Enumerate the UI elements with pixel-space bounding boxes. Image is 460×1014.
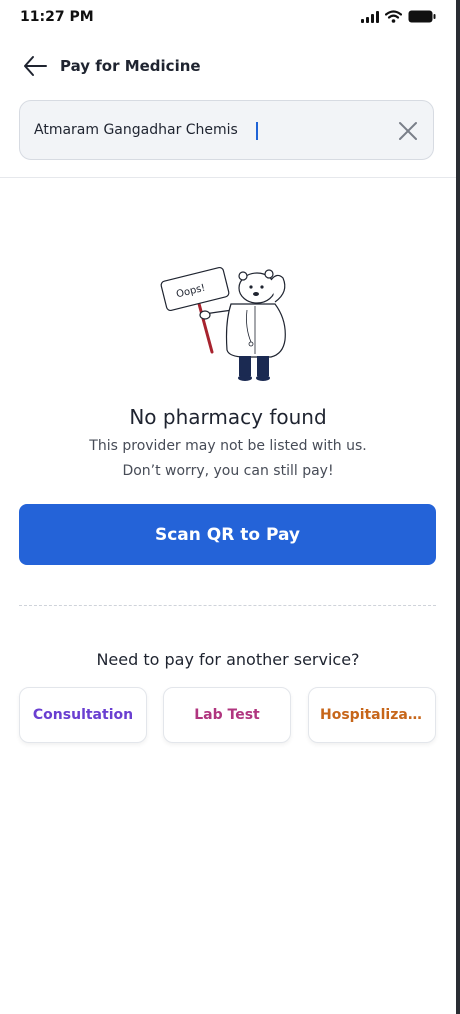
empty-state-message-2: Don’t worry, you can still pay! — [122, 463, 334, 479]
status-icons — [361, 10, 436, 23]
wifi-icon — [385, 10, 402, 23]
status-bar: 11:27 PM — [0, 0, 456, 34]
service-hospitalization-button[interactable]: Hospitalization — [308, 687, 436, 743]
empty-state-title: No pharmacy found — [129, 405, 327, 429]
other-services-title: Need to pay for another service? — [96, 650, 360, 669]
empty-state-message-1: This provider may not be listed with us. — [89, 438, 367, 454]
scan-qr-button[interactable]: Scan QR to Pay — [19, 504, 436, 565]
search-box[interactable] — [19, 100, 434, 160]
search-input[interactable] — [34, 101, 384, 159]
close-icon[interactable] — [397, 120, 419, 142]
cellular-signal-icon — [361, 10, 379, 23]
arrow-left-icon[interactable] — [22, 54, 48, 78]
service-options: Consultation Lab Test Hospitalization — [19, 687, 436, 743]
service-label: Lab Test — [194, 707, 260, 723]
battery-icon — [408, 10, 436, 23]
header-divider — [0, 177, 456, 178]
page-title: Pay for Medicine — [60, 57, 201, 75]
service-label: Hospitalization — [320, 707, 424, 723]
app-header: Pay for Medicine — [0, 46, 456, 86]
text-caret — [256, 122, 258, 140]
bear-oops-illustration: Oops! — [160, 266, 286, 381]
screen-edge — [456, 0, 460, 1014]
oops-sign: Oops! — [160, 266, 230, 354]
status-time: 11:27 PM — [20, 9, 94, 25]
service-label: Consultation — [32, 707, 134, 723]
service-consultation-button[interactable]: Consultation — [19, 687, 147, 743]
section-divider — [19, 605, 436, 606]
service-lab-test-button[interactable]: Lab Test — [163, 687, 291, 743]
